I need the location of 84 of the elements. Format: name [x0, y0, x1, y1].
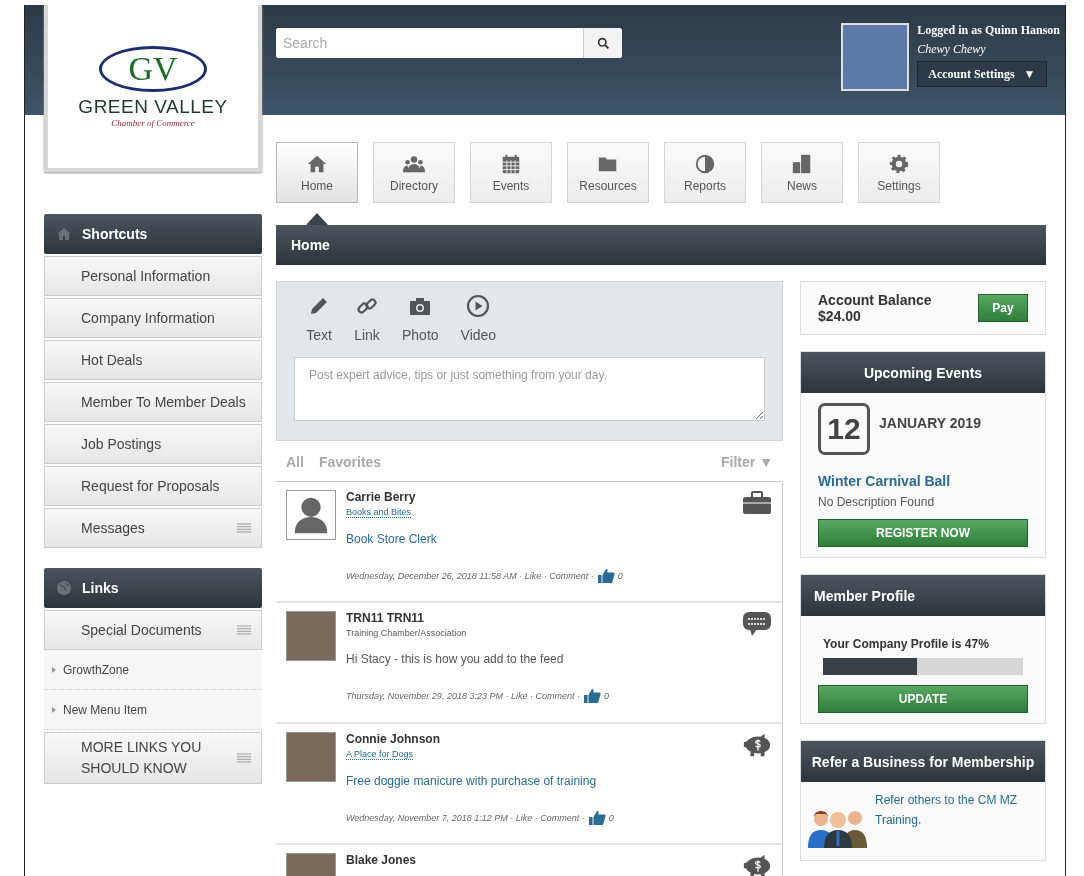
event-link[interactable]: Winter Carnival Ball [818, 473, 1028, 489]
like-count: 0 [617, 571, 623, 581]
nav-tile[interactable]: News [761, 142, 843, 203]
thumbs-up-icon[interactable] [582, 688, 601, 704]
buildings-icon [791, 152, 813, 175]
house-icon [56, 226, 72, 242]
post-meta: Thursday, November 29, 2018 3:23 PM · Like · Comment · [346, 691, 580, 701]
sidebar-item[interactable]: Member To Member Deals [44, 382, 262, 422]
nav-tile[interactable]: Settings [858, 142, 940, 203]
post-type-tab[interactable]: Video [460, 294, 497, 343]
event-month: JANUARY 2019 [879, 415, 981, 431]
like-count: 0 [603, 691, 609, 701]
company-link[interactable]: Books and Bites [346, 507, 412, 518]
thumbs-up-icon[interactable] [596, 568, 615, 584]
company-name: Training Chamber/Association [346, 628, 467, 638]
company-link[interactable]: A Place for Dogs [346, 749, 414, 760]
calendar-icon [500, 152, 522, 175]
author-name: TRN11 TRN11 [346, 611, 425, 625]
sidebar-item[interactable]: Job Postings [44, 424, 262, 464]
sidebar-title: Links [82, 580, 119, 596]
submenu-item[interactable]: GrowthZone [44, 650, 262, 690]
sidebar-item[interactable]: Messages [44, 508, 262, 548]
balance-label: Account Balance [818, 292, 932, 308]
author-name: Connie Johnson [346, 732, 440, 746]
menu-lines-icon [237, 753, 251, 763]
sidebar-item[interactable]: Hot Deals [44, 340, 262, 380]
settings-icon [888, 152, 910, 175]
pie-chart-icon [694, 152, 716, 175]
sidebar-item[interactable]: Personal Information [44, 256, 262, 296]
post-meta: Wednesday, December 26, 2018 11:58 AM · Like · Comment · [346, 571, 594, 581]
search-button[interactable] [583, 28, 622, 58]
globe-icon [56, 580, 72, 596]
menu-lines-icon [237, 523, 251, 533]
refer-link[interactable]: Refer others to the CM MZ Training. [875, 790, 1039, 848]
logged-in-text: Logged in as Quinn Hanson [917, 23, 1060, 38]
post-type-tab[interactable]: Text [306, 294, 332, 343]
post-message: Free doggie manicure with purchase of training [346, 774, 597, 788]
sidebar-item[interactable]: Special Documents [44, 610, 262, 650]
bullet-triangle-icon [52, 706, 56, 713]
sidebar-item[interactable]: Company Information [44, 298, 262, 338]
register-button[interactable]: REGISTER NOW [818, 519, 1028, 547]
account-settings-button[interactable]: Account Settings ▼ [917, 61, 1047, 87]
nav-tile[interactable]: Home [276, 142, 358, 203]
post-type-tab[interactable]: Link [354, 294, 380, 343]
event-description: No Description Found [818, 495, 936, 509]
like-count: 0 [608, 813, 614, 823]
bullet-triangle-icon [52, 666, 56, 673]
piggy-bank-icon [742, 732, 772, 758]
tab-pointer-icon [306, 213, 328, 225]
company-name: Chewy Chewy [917, 42, 986, 57]
logo-name: GREEN VALLEY [78, 95, 228, 118]
page-title: Home [291, 237, 330, 253]
menu-lines-icon [237, 625, 251, 635]
logo-tagline: Chamber of Commerce [111, 117, 195, 128]
post-input-field[interactable]: Post expert advice, tips or just something from your day. [294, 357, 765, 421]
pay-button[interactable]: Pay [978, 294, 1028, 322]
nav-tile[interactable]: Events [470, 142, 552, 203]
post-message: Hi Stacy - this is how you add to the feed [346, 652, 564, 666]
update-button[interactable]: UPDATE [818, 685, 1028, 713]
photo-placeholder [841, 23, 910, 91]
play-icon [466, 294, 491, 318]
event-day: 12 [818, 403, 870, 455]
sidebar-item[interactable]: MORE LINKS YOU SHOULD KNOW [44, 732, 262, 784]
author-name: Blake Jones [346, 853, 417, 867]
nav-tile[interactable]: Reports [664, 142, 746, 203]
card-title: Refer a Business for Membership [811, 753, 1035, 770]
submenu-item[interactable]: New Menu Item [44, 690, 262, 730]
search-icon [596, 36, 610, 50]
post-meta: Wednesday, November 7, 2018 1:12 PM · Like · Comment · [346, 813, 585, 823]
logo-monogram: GV [99, 45, 207, 92]
sidebar-item[interactable]: Request for Proposals [44, 466, 262, 506]
profile-completion-text: Your Company Profile is 47% [823, 637, 990, 651]
card-title: Member Profile [814, 587, 916, 604]
nav-tile[interactable]: Resources [567, 142, 649, 203]
card-title: Upcoming Events [863, 364, 983, 381]
author-name: Carrie Berry [346, 490, 416, 504]
balance-amount: $24.00 [818, 308, 862, 324]
post-message: Book Store Clerk [346, 532, 437, 546]
sidebar-title: Shortcuts [82, 226, 148, 242]
speech-bubble-icon [742, 611, 772, 637]
briefcase-icon [742, 490, 772, 516]
nav-tile[interactable]: Directory [373, 142, 455, 203]
post-type-tab[interactable]: Photo [402, 294, 439, 343]
thumbs-up-icon[interactable] [587, 810, 606, 826]
